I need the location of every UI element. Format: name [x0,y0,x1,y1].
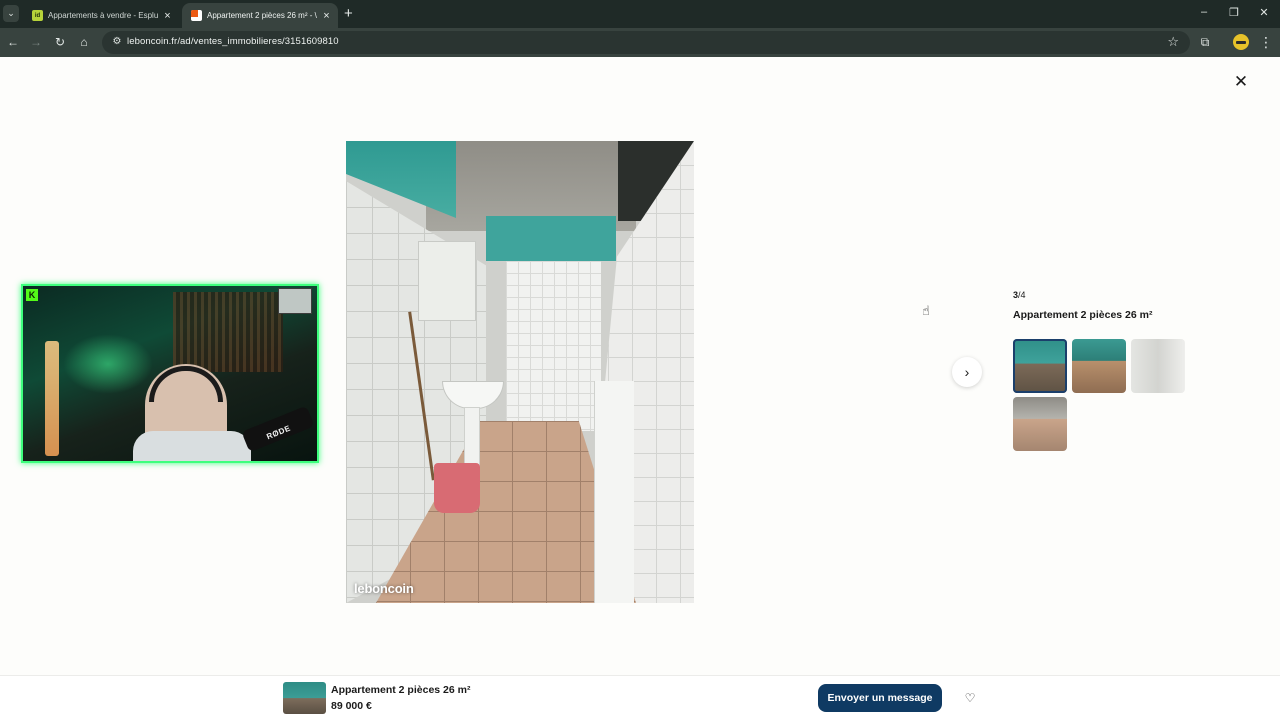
plus-icon: + [344,5,353,22]
tab-appartements-a-vendre[interactable]: id Appartements à vendre - Esplu × [23,3,179,28]
restore-icon: ❐ [1229,7,1239,19]
close-gallery-button[interactable]: ✕ [1232,73,1250,91]
photo-counter-total: /4 [1018,290,1026,300]
thumbnail-2[interactable] [1072,339,1126,393]
photo-counter: 3/4 [1013,290,1026,300]
forward-button[interactable]: → [28,34,44,50]
reload-icon: ↻ [54,35,66,49]
mirror-cabinet [418,241,476,321]
tab-title: Appartement 2 pièces 26 m² - \ [207,11,317,20]
tab-title: Appartements à vendre - Esplu [48,11,159,20]
new-tab-button[interactable]: + [344,5,353,22]
tab-appartement-2-pieces[interactable]: Appartement 2 pièces 26 m² - \ × [182,3,338,28]
star-icon[interactable]: ☆ [1167,34,1179,50]
arrow-right-icon: → [30,35,42,49]
bucket [434,463,480,513]
close-window-button[interactable]: ✕ [1257,6,1271,19]
chevron-right-icon: › [964,364,970,380]
thumbnail-3[interactable] [1131,339,1185,393]
favorite-button[interactable]: ♡ [961,689,979,707]
address-bar[interactable]: ⚙ leboncoin.fr/ad/ventes_immobilieres/31… [102,31,1190,54]
close-icon: ✕ [1233,72,1249,91]
listing-price: 89 000 € [331,700,372,712]
kick-logo-icon: K [26,289,38,301]
minimize-icon: – [1200,6,1208,18]
hand-pointer-icon: ☝ [922,303,930,318]
home-button[interactable]: ⌂ [76,34,92,50]
listing-title: Appartement 2 pièces 26 m² [331,684,471,696]
back-button[interactable]: ← [5,34,21,50]
heart-icon: ♡ [964,691,976,705]
home-icon: ⌂ [80,35,88,49]
browser-toolbar: ← → ↻ ⌂ ⚙ leboncoin.fr/ad/ventes_immobil… [0,28,1280,57]
shower-cabin [506,261,601,431]
minimize-button[interactable]: – [1197,6,1211,18]
leboncoin-favicon-icon [191,10,202,21]
more-vert-icon[interactable]: ⋮ [1259,34,1273,50]
tab-close-icon[interactable]: × [321,10,332,22]
profile-avatar[interactable] [1233,34,1249,50]
chevron-down-icon: ⌄ [7,8,15,18]
listing-thumbnail [283,682,326,714]
idf-favicon-icon: id [32,10,43,21]
door [594,381,634,603]
thumbnail-1[interactable] [1013,339,1067,393]
leboncoin-watermark: leboncoin [354,581,414,596]
tab-close-icon[interactable]: × [162,10,173,22]
streamer-webcam-overlay: RØDE K [21,284,319,463]
gallery-listing-title: Appartement 2 pièces 26 m² [1013,309,1153,321]
browser-tab-strip: ⌄ id Appartements à vendre - Esplu × App… [0,0,1280,28]
puzzle-icon[interactable]: ⧉ [1197,34,1213,50]
arrow-left-icon: ← [7,35,19,49]
url-text[interactable]: leboncoin.fr/ad/ventes_immobilieres/3151… [127,36,339,47]
listing-sticky-bar: Appartement 2 pièces 26 m² 89 000 € Envo… [0,675,1280,720]
tab-search-button[interactable]: ⌄ [3,5,19,22]
next-photo-button[interactable]: › [952,357,982,387]
send-message-button[interactable]: Envoyer un message [818,684,942,712]
close-icon: ✕ [1259,7,1269,19]
main-photo-bathroom: leboncoin [346,141,694,603]
restore-button[interactable]: ❐ [1227,6,1241,19]
reload-button[interactable]: ↻ [52,34,68,50]
tune-icon[interactable]: ⚙ [110,35,124,49]
thumbnail-4[interactable] [1013,397,1067,451]
